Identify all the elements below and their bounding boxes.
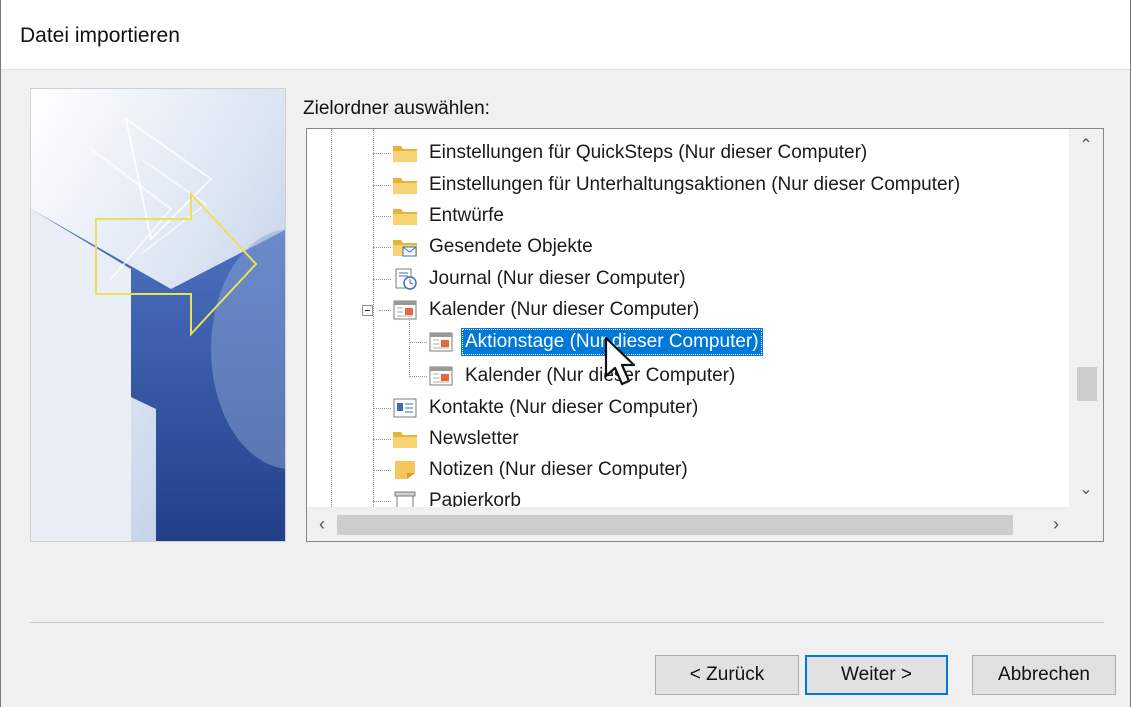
folder-icon — [393, 146, 417, 162]
mouse-pointer-icon — [604, 336, 636, 386]
scroll-right-icon[interactable]: › — [1041, 507, 1071, 541]
folder-icon — [393, 178, 417, 194]
footer-separator — [30, 622, 1104, 623]
sent-items-icon — [393, 240, 417, 257]
tree-item-label: Kontakte (Nur dieser Computer) — [429, 397, 699, 418]
tree-item[interactable]: Einstellungen für QuickSteps (Nur dieser… — [391, 138, 871, 168]
scrollbar-corner — [1069, 507, 1103, 541]
tree-line — [373, 247, 391, 248]
vertical-scrollbar[interactable]: ⌃ ⌄ — [1069, 129, 1103, 507]
tree-line — [373, 185, 391, 186]
calendar-icon — [429, 332, 453, 352]
window-title: Datei importieren — [20, 24, 180, 47]
tree-line — [379, 310, 391, 311]
tree-line — [409, 342, 427, 343]
tree-item[interactable]: Notizen (Nur dieser Computer) — [391, 455, 692, 485]
horizontal-scroll-thumb[interactable] — [337, 515, 1013, 535]
back-button[interactable]: < Zurück — [655, 655, 799, 695]
scroll-left-icon[interactable]: ‹ — [307, 507, 337, 541]
tree-item-label: Journal (Nur dieser Computer) — [429, 268, 686, 289]
calendar-icon — [429, 366, 453, 386]
wizard-banner-image — [30, 88, 286, 542]
tree-line — [409, 376, 427, 377]
tree-item-label: Gesendete Objekte — [429, 236, 593, 257]
tree-line — [373, 408, 391, 409]
tree-item-label: Kalender (Nur dieser Computer) — [429, 299, 700, 320]
window-border-left — [0, 0, 1, 707]
vertical-scroll-thumb[interactable] — [1077, 367, 1097, 401]
tree-item-label: Einstellungen für Unterhaltungsaktionen … — [429, 174, 961, 195]
tree-item-label: Newsletter — [429, 428, 519, 449]
tree-item-label: Einstellungen für QuickSteps (Nur dieser… — [429, 142, 868, 163]
tree-item[interactable]: Kalender (Nur dieser Computer) — [427, 361, 739, 391]
tree-item[interactable]: Entwürfe — [391, 201, 508, 231]
tree-line — [373, 470, 391, 471]
title-bar: Datei importieren — [0, 0, 1131, 70]
folder-icon — [393, 209, 417, 225]
target-folder-label: Zielordner auswählen: — [303, 98, 490, 119]
tree-line — [373, 501, 391, 502]
tree-item[interactable]: Gesendete Objekte — [391, 232, 597, 262]
scroll-down-icon[interactable]: ⌄ — [1069, 473, 1103, 507]
folder-icon — [393, 432, 417, 448]
tree-item-label: Notizen (Nur dieser Computer) — [429, 459, 688, 480]
next-button[interactable]: Weiter > — [805, 655, 948, 695]
folder-tree[interactable]: Einstellungen für QuickSteps (Nur dieser… — [306, 128, 1104, 542]
notes-icon — [395, 461, 415, 479]
journal-icon — [395, 268, 417, 290]
tree-line — [373, 153, 391, 154]
tree-item[interactable]: Einstellungen für Unterhaltungsaktionen … — [391, 170, 964, 200]
tree-item[interactable]: Newsletter — [391, 424, 523, 454]
tree-line — [373, 439, 391, 440]
tree-line — [331, 129, 332, 507]
tree-item[interactable]: Journal (Nur dieser Computer) — [391, 264, 690, 294]
horizontal-scrollbar[interactable]: ‹ › — [307, 507, 1071, 541]
calendar-icon — [393, 300, 417, 320]
tree-item[interactable]: Kontakte (Nur dieser Computer) — [391, 393, 702, 423]
tree-line — [373, 216, 391, 217]
tree-item[interactable]: Kalender (Nur dieser Computer) — [391, 295, 703, 325]
tree-item-label: Entwürfe — [429, 205, 504, 226]
contacts-icon — [393, 398, 417, 418]
collapse-toggle[interactable] — [362, 305, 373, 316]
tree-line — [373, 279, 391, 280]
cancel-button[interactable]: Abbrechen — [972, 655, 1116, 695]
scroll-up-icon[interactable]: ⌃ — [1069, 129, 1103, 163]
tree-item-selected[interactable]: Aktionstage (Nur dieser Computer) — [427, 327, 763, 357]
tree-line — [409, 317, 410, 377]
